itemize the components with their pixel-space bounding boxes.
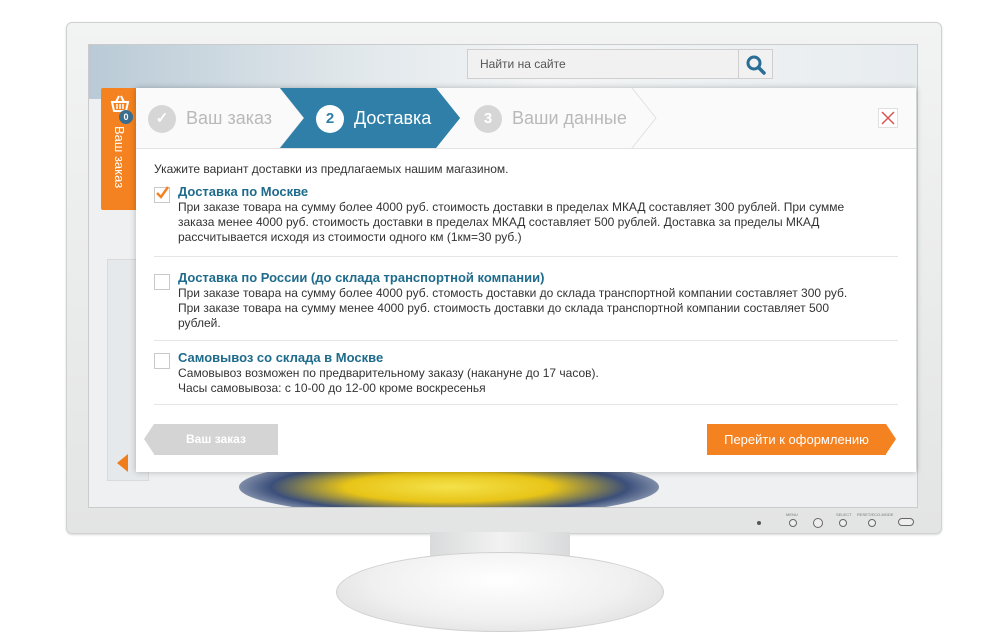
search-input[interactable]: Найти на сайте	[467, 49, 739, 79]
desc-line: рассчитывается исходя из стоимости одног…	[178, 230, 522, 244]
close-button[interactable]	[878, 108, 898, 128]
control-label: SELECT	[836, 512, 852, 517]
delivery-modal: ✓ Ваш заказ 2 Доставка 3 Ваши данные Укажит…	[136, 88, 916, 472]
option-description: При заказе товара на сумму более 4000 ру…	[178, 200, 878, 245]
step-your-data[interactable]: 3 Ваши данные	[474, 88, 627, 148]
desc-line: При заказе товара на сумму более 4000 ру…	[178, 200, 845, 214]
step-number: 3	[474, 105, 502, 134]
monitor-power-button[interactable]	[898, 518, 914, 526]
power-led	[757, 521, 761, 525]
checkbox-russia[interactable]	[154, 274, 170, 290]
monitor-select-button[interactable]	[839, 519, 847, 527]
desc-line: При заказе товара на сумму более 4000 ру…	[178, 286, 848, 300]
step-check-icon: ✓	[148, 105, 176, 134]
desc-line: заказа менее 4000 руб. стоимость доставк…	[178, 215, 820, 229]
search-button[interactable]	[739, 49, 773, 79]
step-number: 2	[316, 105, 344, 134]
back-to-order-button[interactable]: Ваш заказ	[154, 424, 278, 455]
option-description: Самовывоз возможен по предварительному з…	[178, 366, 878, 396]
checkbox-pickup[interactable]	[154, 353, 170, 369]
cart-tab[interactable]: 0 Ваш заказ	[101, 88, 137, 210]
control-label: MENU	[786, 512, 798, 517]
desc-line: Часы самовывоза: с 10-00 до 12-00 кроме …	[178, 381, 486, 395]
checkbox-moscow[interactable]	[154, 186, 170, 203]
desc-line: рублей.	[178, 316, 221, 330]
option-title[interactable]: Доставка по России (до склада транспортн…	[178, 270, 544, 285]
divider	[154, 404, 898, 405]
monitor-base	[336, 552, 664, 632]
step-your-order[interactable]: ✓ Ваш заказ	[148, 88, 272, 148]
back-button-arrow[interactable]	[144, 424, 154, 454]
option-title[interactable]: Доставка по Москве	[178, 184, 308, 199]
step-delivery[interactable]: 2 Доставка	[316, 88, 431, 148]
option-title[interactable]: Самовывоз со склада в Москве	[178, 350, 383, 365]
step-label: Ваши данные	[512, 108, 627, 128]
divider	[154, 340, 898, 341]
proceed-checkout-button[interactable]: Перейти к оформлению	[707, 424, 886, 455]
step-label: Ваш заказ	[186, 108, 273, 128]
monitor-reset-button[interactable]	[868, 519, 876, 527]
desc-line: Самовывоз возможен по предварительному з…	[178, 366, 599, 380]
option-description: При заказе товара на сумму более 4000 ру…	[178, 286, 878, 331]
checkout-steps: ✓ Ваш заказ 2 Доставка 3 Ваши данные	[136, 88, 916, 149]
monitor-menu-button[interactable]	[813, 518, 823, 528]
search-icon	[746, 55, 766, 75]
cart-count-badge: 0	[119, 110, 133, 124]
step-label: Доставка	[354, 108, 432, 128]
delivery-intro: Укажите вариант доставки из предлагаемых…	[154, 162, 509, 176]
monitor-button[interactable]	[789, 519, 797, 527]
close-icon	[878, 108, 898, 128]
carousel-prev-arrow-icon[interactable]	[117, 454, 128, 472]
cart-tab-label: Ваш заказ	[112, 126, 127, 189]
checkmark-icon	[156, 186, 170, 199]
divider	[154, 256, 898, 257]
next-button-arrow[interactable]	[886, 424, 896, 454]
control-label: RESET/ECO-MODE	[857, 512, 894, 517]
desc-line: При заказе товара на сумму менее 4000 ру…	[178, 301, 830, 315]
